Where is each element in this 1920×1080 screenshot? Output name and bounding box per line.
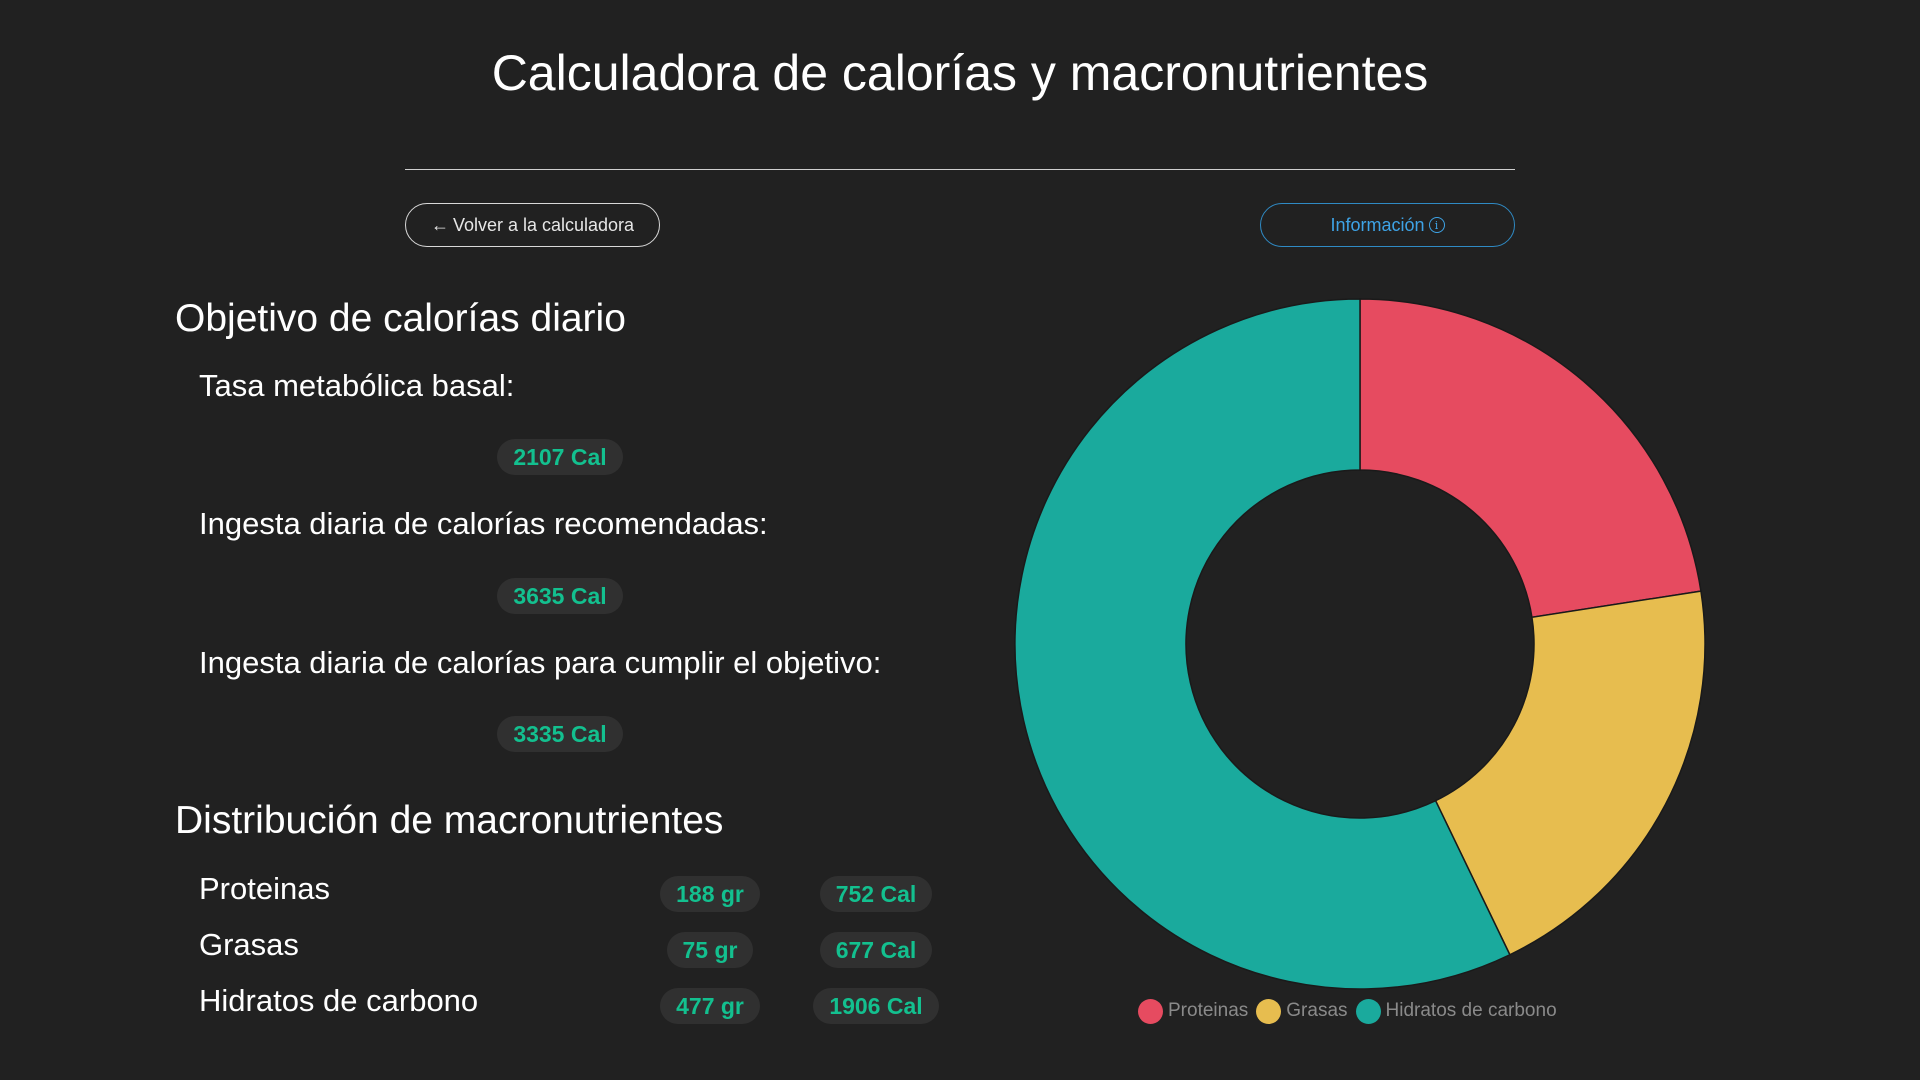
calories-heading: Objetivo de calorías diario [175, 297, 626, 340]
legend-swatch-grasas [1256, 998, 1282, 1024]
legend-label-hidratos: Hidratos de carbono [1385, 1000, 1557, 1021]
legend-item-grasas[interactable]: Grasas [1256, 998, 1348, 1024]
bmr-value-badge: 2107 Cal [497, 439, 623, 475]
chart-legend: Proteinas Grasas Hidratos de carbono [1138, 996, 1565, 1026]
goal-label: Ingesta diaria de calorías para cumplir … [199, 645, 882, 680]
bmr-label: Tasa metabólica basal: [199, 368, 515, 403]
page-title: Calculadora de calorías y macronutriente… [491, 45, 1429, 101]
legend-label-grasas: Grasas [1286, 1000, 1348, 1021]
back-to-calculator-button[interactable]: ← Volver a la calculadora [405, 203, 660, 247]
macro-calories-hidratos: 1906 Cal [813, 988, 939, 1024]
legend-label-proteinas: Proteinas [1168, 1000, 1249, 1021]
macro-grams-grasas: 75 gr [667, 932, 753, 968]
macros-heading: Distribución de macronutrientes [175, 799, 724, 842]
doughnut-slice-proteinas[interactable] [1359, 298, 1702, 619]
arrow-left-icon: ← [430, 214, 449, 235]
macro-grams-hidratos: 477 gr [660, 988, 760, 1024]
macro-name-hidratos: Hidratos de carbono [199, 983, 479, 1018]
macros-doughnut-svg [1014, 298, 1706, 990]
macros-chart [1000, 290, 1720, 1030]
info-circle-icon: i [1428, 217, 1445, 233]
page: Calculadora de calorías y macronutriente… [0, 0, 1920, 1080]
divider [405, 169, 1515, 170]
recommended-value-badge: 3635 Cal [497, 578, 623, 614]
macro-calories-proteinas: 752 Cal [820, 876, 932, 912]
macro-name-proteinas: Proteinas [199, 871, 330, 906]
legend-item-proteinas[interactable]: Proteinas [1138, 998, 1249, 1024]
macro-grams-proteinas: 188 gr [660, 876, 760, 912]
legend-swatch-hidratos [1355, 998, 1381, 1024]
info-button[interactable]: Información i [1260, 203, 1515, 247]
back-button-label: Volver a la calculadora [452, 214, 635, 235]
legend-item-hidratos[interactable]: Hidratos de carbono [1355, 998, 1557, 1024]
goal-value-badge: 3335 Cal [497, 716, 623, 752]
macro-calories-grasas: 677 Cal [820, 932, 932, 968]
macro-name-grasas: Grasas [199, 927, 299, 962]
info-button-label: Información [1330, 214, 1425, 235]
legend-swatch-proteinas [1138, 998, 1163, 1024]
recommended-label: Ingesta diaria de calorías recomendadas: [199, 506, 768, 541]
